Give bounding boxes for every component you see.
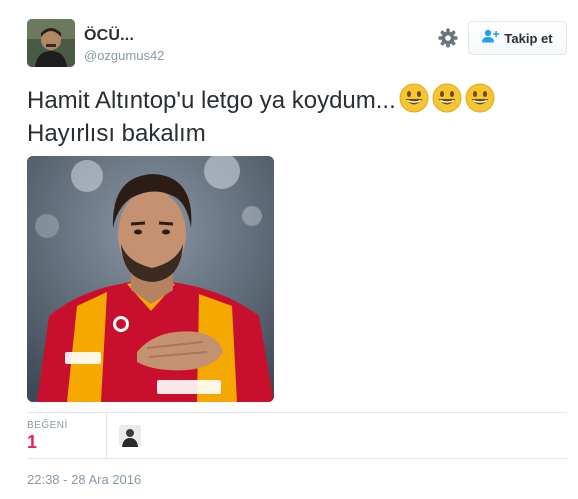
gear-icon[interactable] [437,27,459,49]
follow-button[interactable]: Takip et [468,21,567,55]
grinning-face-emoji [432,83,462,113]
tweet-card: ÖCÜ... @ozgumus42 Takip et Hamit Altınto… [0,0,578,499]
add-user-icon [482,29,500,48]
stats-top-divider [27,412,567,413]
grinning-face-emoji [465,83,495,113]
likes-count[interactable]: 1 [27,432,37,453]
tweet-text: Hamit Altıntop'u letgo ya koydum... Hayı… [27,83,557,150]
grinning-face-emoji [399,83,429,113]
follow-button-label: Takip et [504,30,553,46]
tweet-photo[interactable] [27,156,274,402]
screen-name[interactable]: @ozgumus42 [84,48,164,63]
user-avatar[interactable] [27,19,75,67]
stats-divider [106,413,107,458]
tweet-text-line-2: Hayırlısı bakalım [27,120,206,147]
tweet-timestamp[interactable]: 22:38 - 28 Ara 2016 [27,472,141,487]
tweet-text-line-1: Hamit Altıntop'u letgo ya koydum... [27,87,396,114]
likes-label: BEĞENİ [27,420,68,431]
display-name[interactable]: ÖCÜ... [84,27,134,45]
liker-avatar[interactable] [119,425,141,447]
stats-bottom-divider [27,458,567,459]
